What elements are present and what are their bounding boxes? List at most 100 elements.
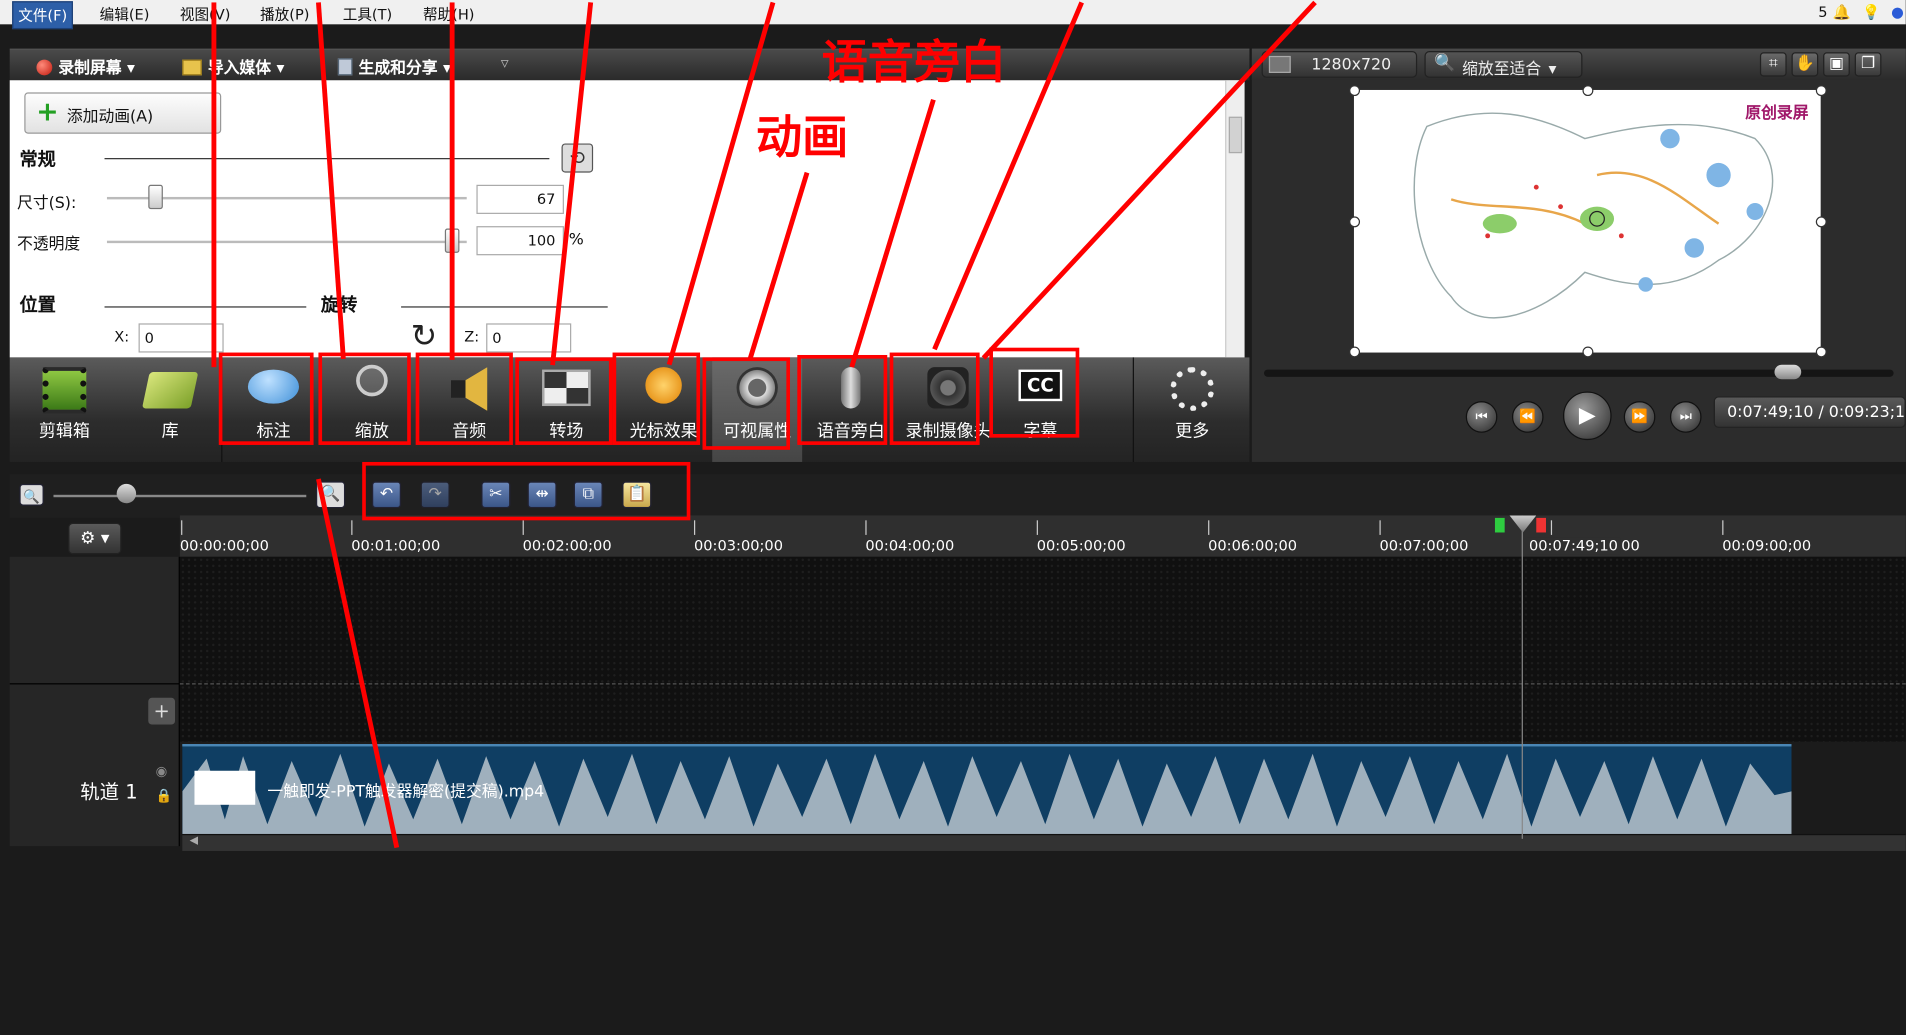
selection-end-marker[interactable] xyxy=(1536,517,1546,533)
menu-file[interactable]: 文件(F) xyxy=(12,1,74,30)
transition-icon xyxy=(542,369,591,407)
lock-icon[interactable]: 🔒 xyxy=(156,788,173,804)
cut-icon[interactable]: ✂ xyxy=(481,481,511,509)
track-area-empty[interactable] xyxy=(179,556,1906,742)
skip-end-icon[interactable]: ⏭ xyxy=(1669,401,1702,433)
size-label: 尺寸(S): xyxy=(17,194,77,213)
track-insert-line xyxy=(179,683,1906,685)
voice-narration-annotation: 语音旁白 xyxy=(821,35,1007,89)
eye-icon[interactable]: ◉ xyxy=(156,763,168,779)
undo-icon[interactable]: ↶ xyxy=(371,481,402,509)
menu-bar: 文件(F) 编辑(E) 视图(V) 播放(P) 工具(T) 帮助(H) 5 🔔 … xyxy=(0,0,1906,30)
playhead-line[interactable] xyxy=(1521,515,1523,839)
notification-count: 5 xyxy=(1818,3,1828,21)
import-media-button[interactable]: 导入媒体 ▾ xyxy=(182,55,284,78)
crop-icon[interactable]: ⌗ xyxy=(1759,52,1787,77)
pointer-line xyxy=(211,2,217,368)
preview-canvas[interactable]: 原创录屏 xyxy=(1353,89,1821,353)
task-transitions[interactable]: 转场 xyxy=(518,357,615,462)
task-callouts[interactable]: 标注 xyxy=(224,357,324,462)
rewind-icon[interactable]: ⏪ xyxy=(1511,401,1544,433)
menu-edit[interactable]: 编辑(E) xyxy=(100,4,150,25)
play-button[interactable]: ▶ xyxy=(1563,391,1612,441)
ruler-label: 00:01:00;00 xyxy=(351,537,441,555)
opacity-slider-track[interactable] xyxy=(106,240,467,244)
task-record-camera[interactable]: 录制摄像头 xyxy=(899,357,996,462)
resize-handle[interactable] xyxy=(1349,216,1361,228)
ruler-tick xyxy=(522,520,524,535)
position-section-title: 位置 xyxy=(19,294,56,317)
menu-tools[interactable]: 工具(T) xyxy=(343,4,392,25)
menu-play[interactable]: 播放(P) xyxy=(260,4,309,25)
opacity-label: 不透明度 xyxy=(17,235,81,255)
task-separator xyxy=(221,357,223,462)
task-clip-bin[interactable]: 剪辑箱 xyxy=(10,357,119,462)
timeline-zoom-slider[interactable] xyxy=(53,494,307,498)
toolbar-overflow-icon[interactable]: ▿ xyxy=(501,55,509,73)
task-tabs: 剪辑箱 库 标注 缩放 音频 转场 光标效果 可视属性 语音旁白 录制摄像头 C… xyxy=(9,357,1250,462)
webcam-icon xyxy=(927,367,969,409)
task-captions[interactable]: CC 字幕 xyxy=(997,357,1085,462)
size-field[interactable]: 67 xyxy=(476,184,564,214)
task-visual-properties[interactable]: 可视属性 xyxy=(712,357,803,462)
watermark-text: 原创录屏 xyxy=(1745,104,1809,123)
fit-icon[interactable]: ▣ xyxy=(1823,52,1850,77)
resize-handle[interactable] xyxy=(1815,346,1827,358)
timeline-scrollbar[interactable]: ◀ xyxy=(182,833,1906,851)
track-1-label: 轨道 1 xyxy=(80,780,138,804)
opacity-field[interactable]: 100 xyxy=(476,226,564,256)
paste-icon[interactable]: 📋 xyxy=(622,481,652,509)
resize-handle[interactable] xyxy=(1582,346,1594,358)
x-label: X: xyxy=(114,328,130,346)
resize-handle[interactable] xyxy=(1815,216,1827,228)
cc-icon: CC xyxy=(1018,369,1063,402)
zoom-value: 缩放至适合 xyxy=(1462,60,1542,80)
record-screen-button[interactable]: 录制屏幕 ▾ xyxy=(36,55,135,78)
add-track-button[interactable]: + xyxy=(148,697,176,725)
resize-handle[interactable] xyxy=(1582,85,1594,97)
task-label: 音频 xyxy=(452,421,487,442)
skip-back-icon[interactable]: ⏮ xyxy=(1465,401,1498,433)
media-clip[interactable]: 一触即发-PPT触发器解密(提交稿).mp4 xyxy=(182,744,1792,834)
add-animation-button[interactable]: + 添加动画(A) xyxy=(24,92,222,134)
copy-icon[interactable]: ⧉ xyxy=(573,481,603,509)
task-cursor-effects[interactable]: 光标效果 xyxy=(615,357,712,462)
animation-annotation: 动画 xyxy=(755,110,849,165)
ruler-tick xyxy=(1379,520,1381,535)
task-zoom[interactable]: 缩放 xyxy=(323,357,420,462)
task-library[interactable]: 库 xyxy=(119,357,221,462)
playhead-time-label: 00:07:49;10 xyxy=(1526,537,1621,555)
menu-view[interactable]: 视图(V) xyxy=(180,4,231,25)
hand-icon[interactable]: ✋ xyxy=(1791,52,1819,77)
resize-handle[interactable] xyxy=(1815,85,1827,97)
timeline-zoom-thumb[interactable] xyxy=(116,483,137,504)
task-audio[interactable]: 音频 xyxy=(421,357,518,462)
lightbulb-icon[interactable]: 💡 xyxy=(1862,4,1880,21)
task-more[interactable]: 更多 xyxy=(1135,357,1249,462)
size-slider-thumb[interactable] xyxy=(148,184,163,210)
split-icon[interactable]: ⇹ xyxy=(527,481,557,509)
fast-forward-icon[interactable]: ⏩ xyxy=(1623,401,1656,433)
ruler-tick xyxy=(865,520,867,535)
preview-progress-thumb[interactable] xyxy=(1774,364,1802,380)
props-scrollbar[interactable] xyxy=(1225,80,1245,358)
timeline-ruler[interactable]: 00:00:00;00 00:01:00;00 00:02:00;00 00:0… xyxy=(179,515,1906,557)
resize-handle[interactable] xyxy=(1349,85,1361,97)
task-label: 转场 xyxy=(549,421,584,442)
speaker-icon xyxy=(450,367,488,411)
task-voice-narration[interactable]: 语音旁白 xyxy=(802,357,899,462)
bell-icon[interactable]: 🔔 xyxy=(1833,4,1851,21)
pointer-line xyxy=(449,2,455,360)
redo-icon[interactable]: ↷ xyxy=(420,481,450,509)
produce-share-button[interactable]: 生成和分享 ▾ xyxy=(337,55,451,78)
detach-icon[interactable]: ❐ xyxy=(1854,52,1882,77)
scroll-left-icon[interactable]: ◀ xyxy=(190,835,198,847)
timeline-settings-button[interactable]: ⚙ ▾ xyxy=(68,522,122,555)
gear-icon: ⚙ xyxy=(80,528,96,549)
zoom-out-icon[interactable]: 🔍 xyxy=(19,483,44,506)
globe-icon[interactable]: ● xyxy=(1891,4,1904,21)
resize-handle[interactable] xyxy=(1349,346,1361,358)
folder-icon xyxy=(182,59,202,76)
selection-start-marker[interactable] xyxy=(1494,517,1505,533)
scrollbar-thumb[interactable] xyxy=(1228,116,1243,154)
